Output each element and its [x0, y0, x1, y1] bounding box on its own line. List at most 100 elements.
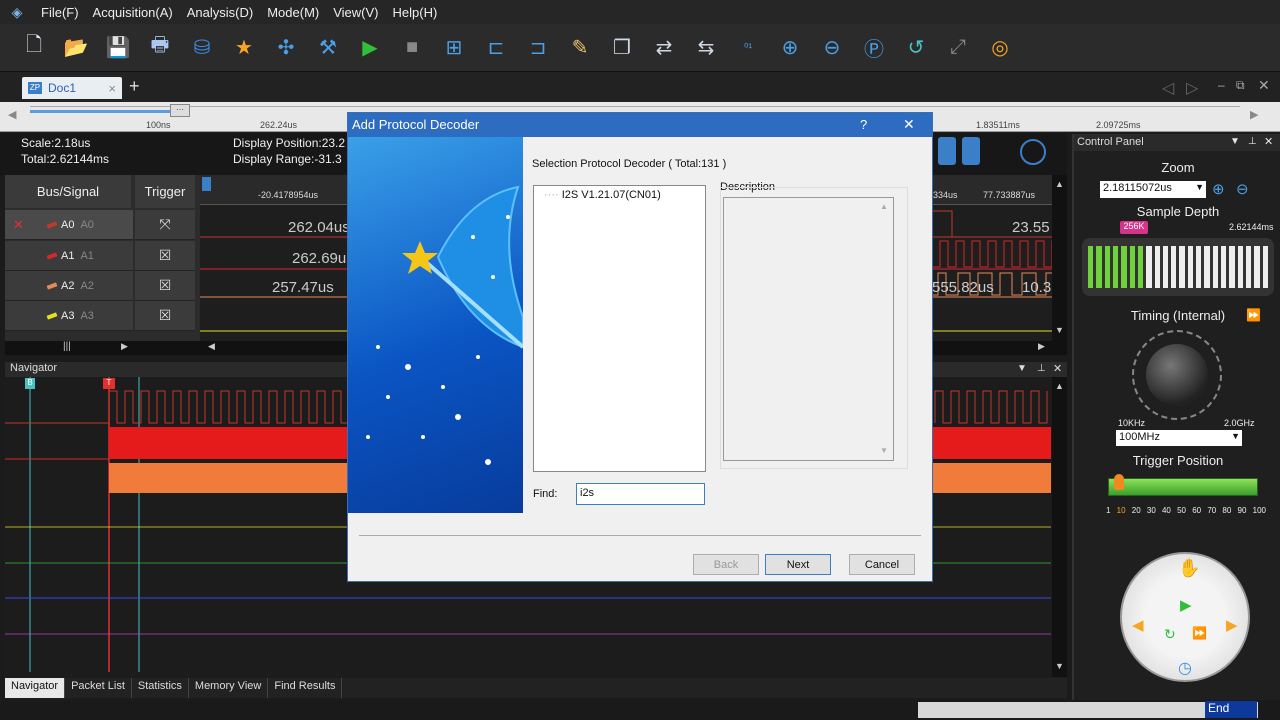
scroll-grip-icon[interactable]: |||: [63, 341, 71, 352]
close-tab-icon[interactable]: ×: [108, 81, 116, 96]
overview-left-icon[interactable]: ◀: [8, 108, 16, 121]
tree-item-i2s[interactable]: ···· I2S V1.21.07(CN01): [544, 189, 661, 201]
zoom-in-icon[interactable]: ⊕: [776, 33, 804, 61]
left-arrow-icon[interactable]: ◀: [1132, 616, 1144, 634]
clock-icon[interactable]: [1020, 139, 1046, 165]
signal-row-a0[interactable]: ✕ A0 A0: [5, 210, 133, 240]
tab-doc1[interactable]: ZP Doc1 ×: [22, 77, 122, 99]
scroll-left-icon[interactable]: ◀: [208, 341, 215, 352]
tab-packet-list[interactable]: Packet List: [65, 678, 132, 698]
scroll-right-icon[interactable]: ▶: [121, 341, 128, 352]
run-icon[interactable]: ▶: [356, 33, 384, 61]
zoom-in-icon[interactable]: ⊕: [1212, 180, 1225, 198]
tab-scroll-right-icon[interactable]: ▷: [1186, 78, 1198, 98]
open-folder-icon[interactable]: 📂: [62, 33, 90, 61]
tab-statistics[interactable]: Statistics: [132, 678, 189, 698]
cancel-button[interactable]: Cancel: [849, 554, 915, 575]
export-icon[interactable]: ⇆: [692, 33, 720, 61]
zoom-p-icon[interactable]: Ⓟ: [860, 33, 888, 61]
scroll-right-icon[interactable]: ▶: [1038, 341, 1045, 352]
dropdown-icon[interactable]: ▼: [1017, 363, 1027, 374]
trigger-a0[interactable]: ⤧: [135, 210, 195, 240]
restore-icon[interactable]: ⧉: [1236, 78, 1245, 93]
new-file-icon[interactable]: 🗋: [20, 33, 48, 61]
star-icon[interactable]: ★: [230, 33, 258, 61]
signal-row-a3[interactable]: A3 A3: [5, 301, 133, 331]
scroll-up-icon[interactable]: ▲: [880, 202, 888, 211]
pin-panel-icon[interactable]: ⊥: [1037, 363, 1046, 374]
close-panel-icon[interactable]: ✕: [1053, 362, 1062, 375]
t-marker[interactable]: T: [103, 378, 115, 389]
zoom-out-icon[interactable]: ⊖: [1236, 180, 1249, 198]
trigger-a2[interactable]: ☒: [135, 271, 195, 301]
tools-icon[interactable]: ⚒: [314, 33, 342, 61]
pan-hand-icon[interactable]: ✋: [1178, 558, 1200, 579]
tab-find-results[interactable]: Find Results: [268, 678, 343, 698]
sample-depth-slider[interactable]: [1082, 238, 1274, 296]
right-arrow-icon[interactable]: ▶: [1226, 616, 1238, 634]
cursor-down-icon[interactable]: ⊐: [524, 33, 552, 61]
decoder-tree[interactable]: ···· I2S V1.21.07(CN01): [533, 185, 706, 472]
refresh-zoom-icon[interactable]: ↺: [902, 33, 930, 61]
save-settings-icon[interactable]: ⛁: [188, 33, 216, 61]
s-marker-icon[interactable]: [202, 177, 211, 191]
trigger-position-thumb[interactable]: [1114, 474, 1124, 490]
dropdown-icon[interactable]: ▼: [1230, 136, 1240, 147]
document-icon[interactable]: ❐: [608, 33, 636, 61]
add-cursor-icon[interactable]: ⊞: [440, 33, 468, 61]
zoom-out-icon[interactable]: ⊖: [818, 33, 846, 61]
tab-scroll-left-icon[interactable]: ◁: [1162, 78, 1174, 98]
b-marker[interactable]: B: [25, 378, 35, 389]
play-icon[interactable]: ▶: [1180, 596, 1192, 614]
overview-right-icon[interactable]: ▶: [1250, 108, 1258, 121]
signal-scrollbar[interactable]: ||| ▶: [5, 341, 200, 355]
pin-icon[interactable]: [962, 137, 980, 165]
scroll-up-icon[interactable]: ▲: [1055, 381, 1064, 391]
navigator-v-scrollbar[interactable]: ▲ ▼: [1052, 377, 1067, 677]
marker-icon[interactable]: [938, 137, 956, 165]
tab-memory-view[interactable]: Memory View: [189, 678, 269, 698]
menu-help[interactable]: Help(H): [386, 5, 445, 20]
cursor-link-icon[interactable]: ⤢: [944, 33, 972, 61]
minimize-icon[interactable]: ‒: [1218, 78, 1225, 92]
signal-row-a2[interactable]: A2 A2: [5, 271, 133, 301]
stop-icon[interactable]: ■: [398, 33, 426, 61]
import-icon[interactable]: ⇄: [650, 33, 678, 61]
pin-panel-icon[interactable]: ⊥: [1248, 136, 1257, 147]
wave-v-scrollbar[interactable]: ▲ ▼: [1052, 175, 1067, 341]
scroll-down-icon[interactable]: ▼: [1055, 325, 1064, 335]
close-dialog-button[interactable]: ✕: [903, 116, 915, 133]
help-button[interactable]: ?: [860, 117, 867, 132]
save-icon[interactable]: 💾: [104, 33, 132, 61]
menu-view[interactable]: View(V): [326, 5, 385, 20]
close-doc-icon[interactable]: ✕: [1258, 77, 1270, 94]
print-icon[interactable]: 🖶: [146, 33, 174, 61]
scroll-down-icon[interactable]: ▼: [880, 446, 888, 455]
menu-file[interactable]: File(F): [34, 5, 86, 20]
trigger-position-slider[interactable]: [1108, 478, 1258, 496]
scroll-up-icon[interactable]: ▲: [1055, 179, 1064, 189]
menu-mode[interactable]: Mode(M): [260, 5, 326, 20]
trigger-a3[interactable]: ☒: [135, 301, 195, 331]
find-input[interactable]: i2s: [576, 483, 705, 505]
back-button[interactable]: Back: [693, 554, 759, 575]
menu-analysis[interactable]: Analysis(D): [180, 5, 260, 20]
overview-thumb[interactable]: ···: [170, 104, 190, 117]
flashlight-icon[interactable]: ✎: [566, 33, 594, 61]
add-tab-button[interactable]: +: [129, 76, 140, 97]
signal-row-a1[interactable]: A1 A1: [5, 241, 133, 271]
remove-signal-icon[interactable]: ✕: [13, 217, 24, 233]
tab-navigator[interactable]: Navigator: [5, 678, 66, 698]
next-button[interactable]: Next: [765, 554, 831, 575]
scroll-down-icon[interactable]: ▼: [1055, 661, 1064, 671]
zoom-select[interactable]: 2.18115072us ▼: [1100, 181, 1206, 198]
clock-icon[interactable]: ◷: [1178, 658, 1192, 678]
hardware-settings-icon[interactable]: ✣: [272, 33, 300, 61]
reset-icon[interactable]: ↻: [1164, 626, 1176, 643]
timing-dial[interactable]: [1132, 330, 1222, 420]
menu-acquisition[interactable]: Acquisition(A): [86, 5, 180, 20]
record-icon[interactable]: ◎: [986, 33, 1014, 61]
navigation-wheel[interactable]: ✋ ▶ ◀ ▶ ↻ ⏩ ◷: [1120, 552, 1250, 682]
trigger-a1[interactable]: ☒: [135, 241, 195, 271]
dial-knob[interactable]: [1146, 344, 1208, 406]
